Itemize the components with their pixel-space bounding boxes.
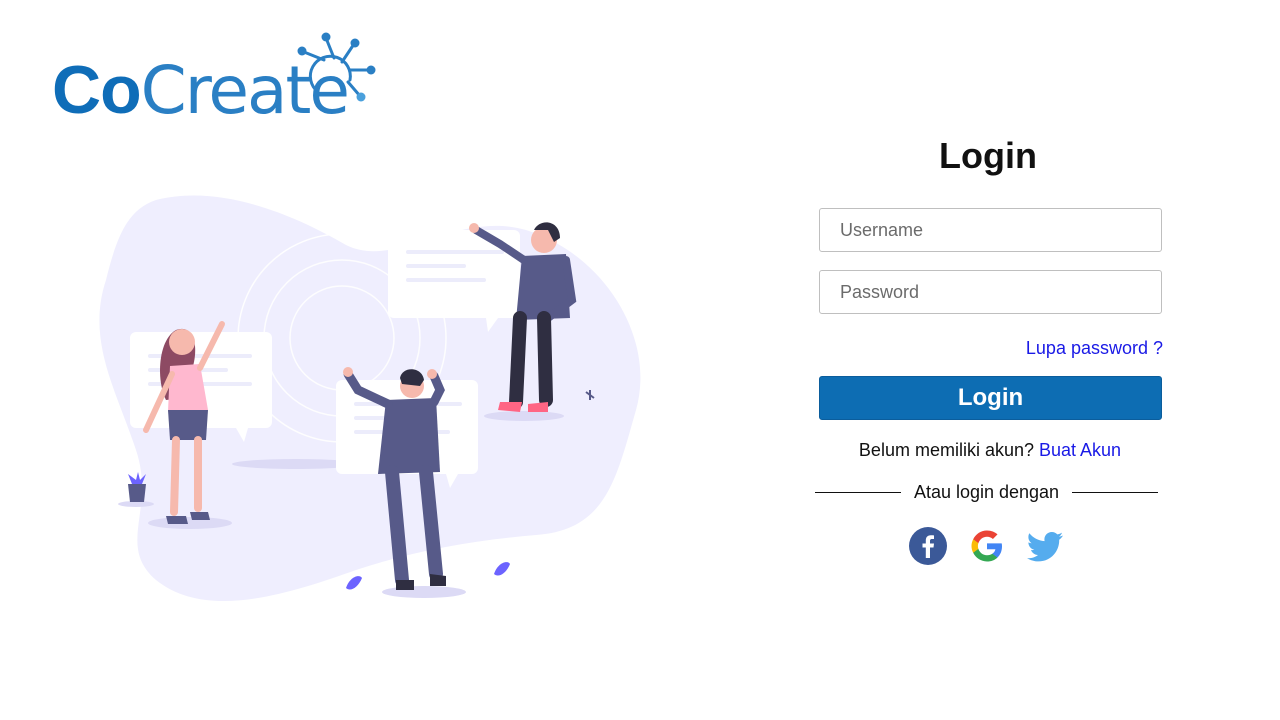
forgot-password-link[interactable]: Lupa password ? bbox=[1026, 338, 1163, 359]
login-page: CoCreate Login Username Lupa password ? … bbox=[0, 0, 1280, 720]
register-prompt-text: Belum memiliki akun? bbox=[858, 440, 1039, 460]
social-login-row bbox=[908, 526, 1068, 568]
twitter-icon[interactable] bbox=[1025, 526, 1065, 566]
divider-line-right bbox=[1072, 492, 1158, 493]
create-account-link[interactable]: Buat Akun bbox=[1039, 440, 1121, 460]
password-input[interactable] bbox=[819, 270, 1162, 314]
login-button[interactable]: Login bbox=[819, 376, 1162, 420]
cocreate-logo: CoCreate bbox=[52, 30, 382, 129]
facebook-icon[interactable] bbox=[908, 526, 948, 566]
logo-text-co: Co bbox=[52, 52, 142, 128]
people-collaborating-illustration bbox=[99, 195, 641, 602]
social-divider: Atau login dengan bbox=[815, 480, 1158, 504]
register-prompt-row: Belum memiliki akun? Buat Akun bbox=[810, 440, 1170, 461]
username-input[interactable] bbox=[819, 208, 1162, 252]
logo-network-icon bbox=[297, 32, 376, 102]
google-icon[interactable] bbox=[967, 526, 1007, 566]
login-title: Login bbox=[939, 135, 1037, 176]
